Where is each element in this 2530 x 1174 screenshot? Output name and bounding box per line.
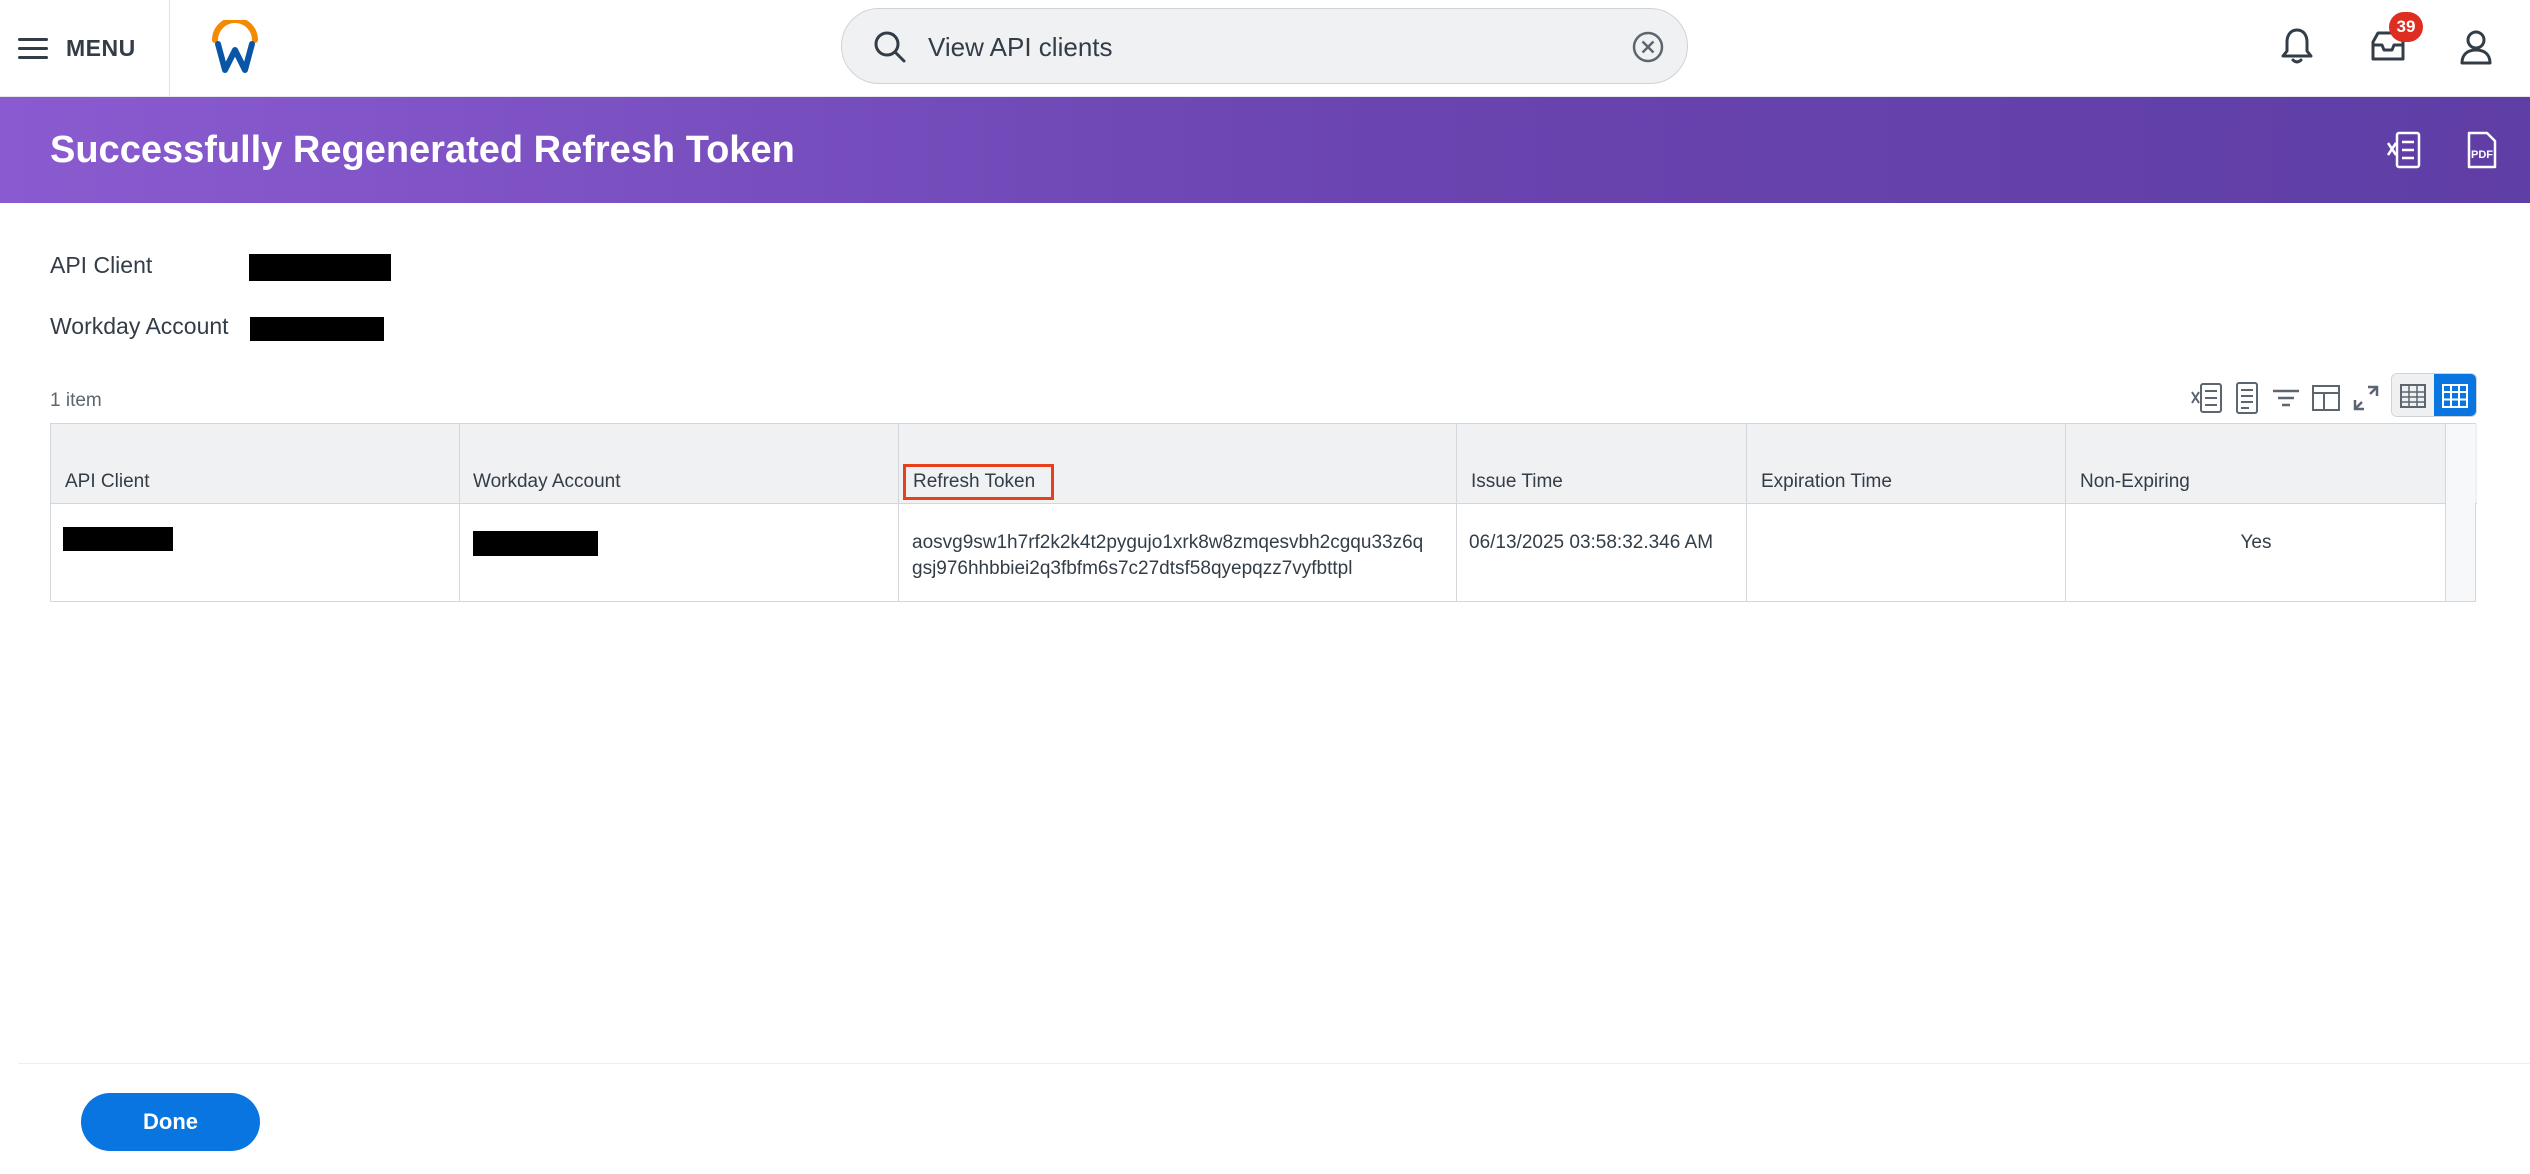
- columns-icon[interactable]: [2308, 380, 2344, 416]
- footer-divider: [18, 1063, 2530, 1064]
- cell-issue-time: 06/13/2025 03:58:32.346 AM: [1469, 532, 1714, 553]
- page-header: Successfully Regenerated Refresh Token P…: [0, 97, 2530, 203]
- header-api-client[interactable]: API Client: [65, 471, 149, 493]
- bell-icon[interactable]: [2280, 26, 2314, 66]
- topbar-divider: [169, 0, 170, 97]
- refresh-token-highlight: [903, 464, 1054, 500]
- search-input[interactable]: View API clients: [928, 9, 1113, 85]
- filter-icon[interactable]: [2268, 380, 2304, 416]
- export-excel-icon[interactable]: [2386, 130, 2422, 170]
- fullscreen-icon[interactable]: [2348, 380, 2384, 416]
- view-toggle[interactable]: [2391, 373, 2477, 417]
- search-icon: [874, 31, 906, 63]
- workday-account-label: Workday Account: [50, 313, 229, 339]
- header-workday-account[interactable]: Workday Account: [473, 471, 621, 493]
- grid-scroll-column[interactable]: [2445, 424, 2475, 601]
- workday-logo[interactable]: [210, 20, 260, 74]
- column-non-expiring: [2066, 424, 2446, 601]
- column-issue-time: [1457, 424, 1747, 601]
- item-count: 1 item: [50, 390, 102, 411]
- done-button[interactable]: Done: [81, 1093, 260, 1151]
- column-workday-account: [460, 424, 899, 601]
- table-view-icon[interactable]: [2392, 374, 2434, 416]
- menu-button[interactable]: MENU: [18, 26, 136, 70]
- api-client-value-redacted: [249, 254, 391, 281]
- notification-badge: 39: [2389, 12, 2423, 42]
- top-bar: MENU View API clients 39: [0, 0, 2530, 97]
- export-pdf-icon[interactable]: PDF: [2463, 130, 2499, 170]
- refresh-token-line-1: aosvg9sw1h7rf2k2k4t2pygujo1xrk8w8zmqesvb…: [912, 532, 1424, 553]
- api-client-label: API Client: [50, 252, 153, 278]
- page-title: Successfully Regenerated Refresh Token: [50, 129, 795, 171]
- cell-non-expiring: Yes: [2240, 532, 2272, 553]
- column-expiration-time: [1747, 424, 2066, 601]
- header-non-expiring[interactable]: Non-Expiring: [2080, 471, 2190, 493]
- refresh-token-line-2: gsj976hhbbiei2q3fbfm6s7c27dtsf58qyepqzz7…: [912, 558, 1353, 579]
- user-icon[interactable]: [2458, 28, 2494, 66]
- data-grid: API Client Workday Account Refresh Token…: [50, 423, 2477, 602]
- cell-refresh-token[interactable]: aosvg9sw1h7rf2k2k4t2pygujo1xrk8w8zmqesvb…: [912, 530, 1423, 582]
- hamburger-icon: [18, 36, 50, 60]
- clear-icon[interactable]: [1631, 30, 1665, 64]
- export-excel-icon[interactable]: [2189, 380, 2225, 416]
- header-expiration-time[interactable]: Expiration Time: [1761, 471, 1892, 493]
- header-issue-time[interactable]: Issue Time: [1471, 471, 1563, 493]
- menu-label: MENU: [66, 34, 136, 61]
- grid-view-icon[interactable]: [2434, 374, 2476, 416]
- search-bar[interactable]: View API clients: [841, 8, 1688, 84]
- cell-api-client-redacted: [63, 527, 173, 551]
- print-icon[interactable]: [2229, 380, 2265, 416]
- cell-workday-account-redacted: [473, 531, 598, 556]
- column-api-client: [51, 424, 460, 601]
- workday-account-value-redacted: [250, 317, 384, 341]
- svg-text:PDF: PDF: [2471, 149, 2493, 161]
